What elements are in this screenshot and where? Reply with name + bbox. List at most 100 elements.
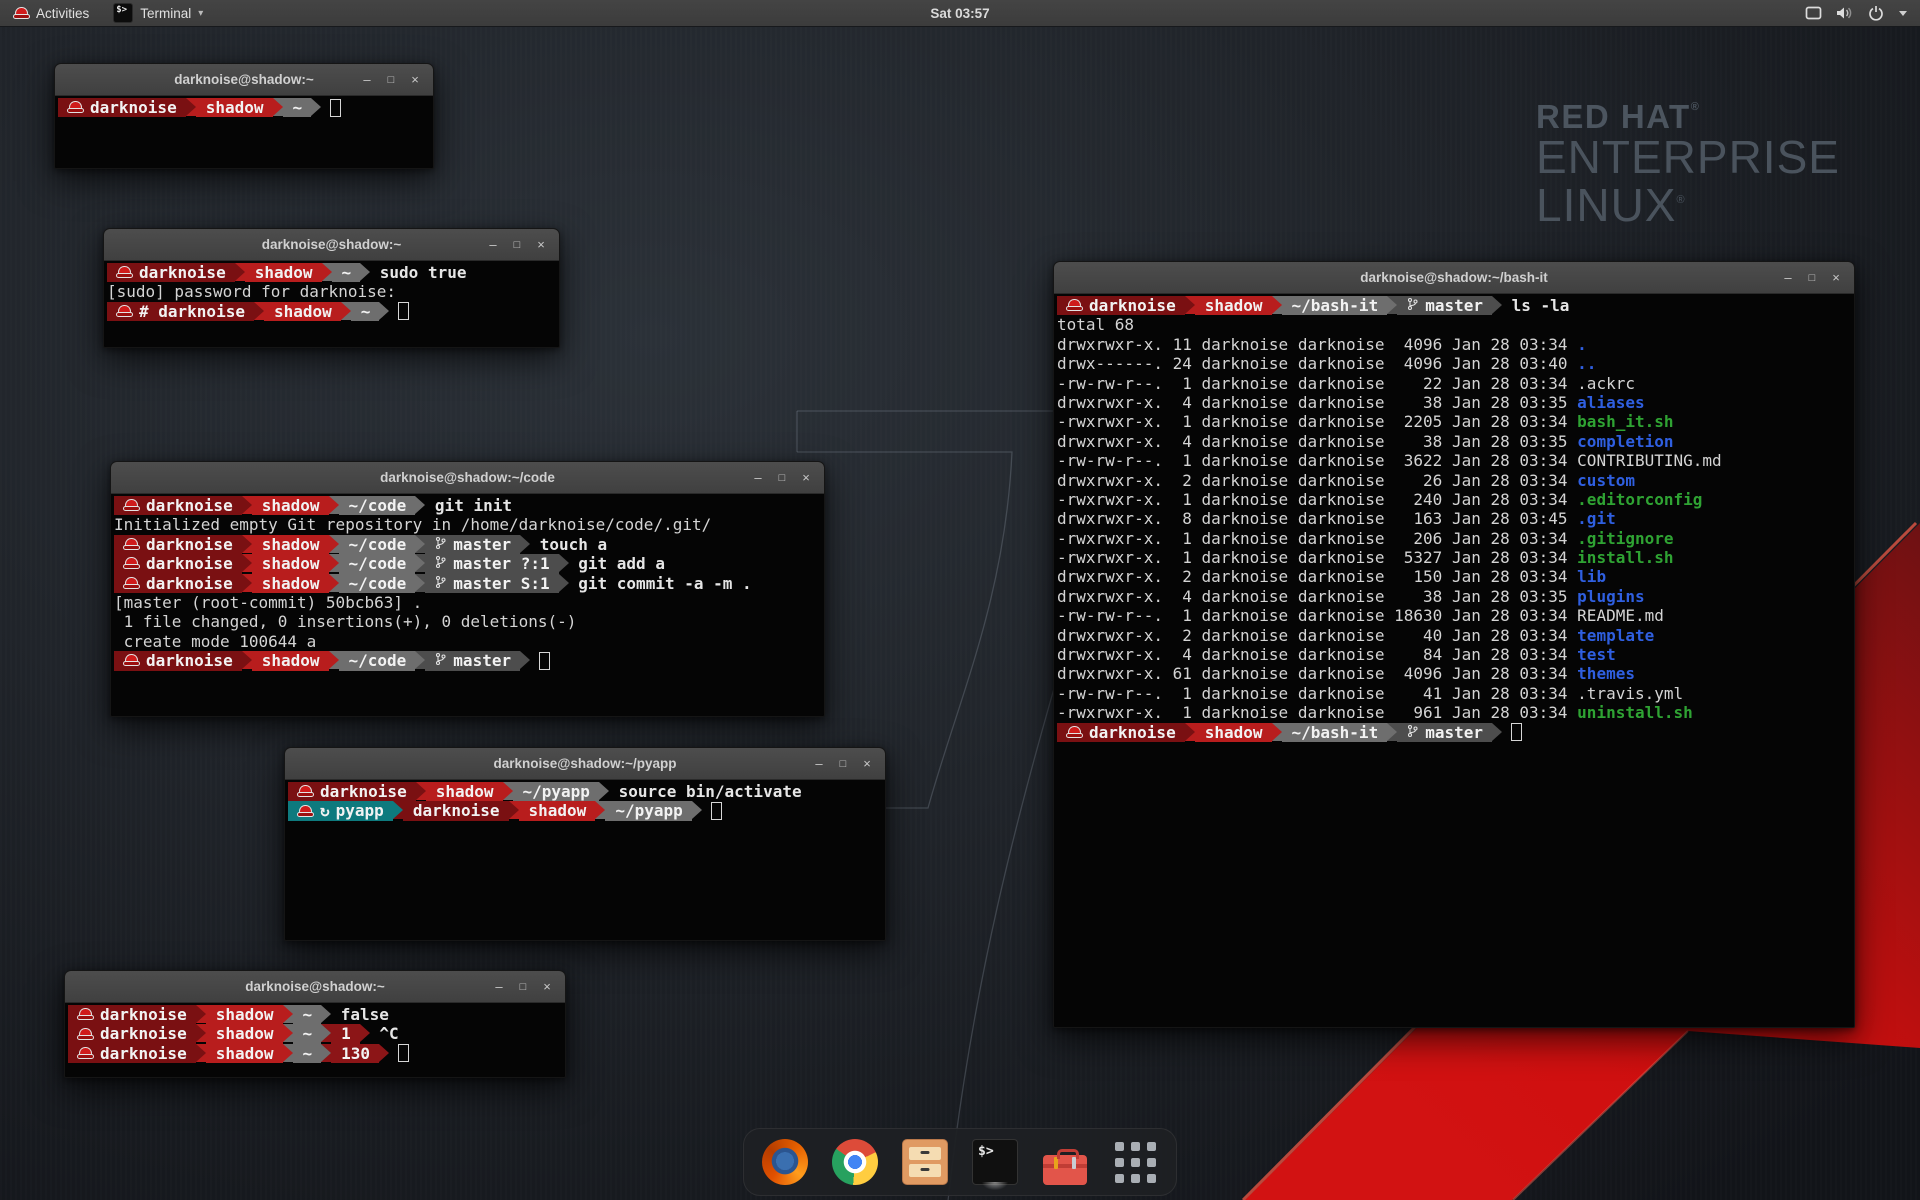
close-button[interactable]: ×: [531, 235, 551, 255]
maximize-button[interactable]: □: [381, 70, 401, 90]
prompt-segment: shadow: [245, 263, 322, 282]
ls-row-meta: -rw-rw-r--. 1 darknoise darknoise 41 Jan…: [1057, 684, 1577, 703]
status-area[interactable]: [1805, 5, 1920, 21]
terminal-body[interactable]: darknoiseshadow~/bash-itmaster ls -latot…: [1054, 294, 1854, 1027]
prompt-segment: master: [425, 535, 520, 554]
maximize-button[interactable]: □: [772, 468, 792, 488]
prompt-segment: master ?:1: [425, 554, 558, 573]
terminal-line: drwxrwxr-x. 8 darknoise darknoise 163 Ja…: [1057, 509, 1854, 528]
redhat-prompt-icon: [78, 1008, 93, 1021]
app-menu-terminal[interactable]: $> Terminal ▾: [103, 0, 213, 26]
maximize-button[interactable]: □: [833, 754, 853, 774]
terminal-line: -rwxrwxr-x. 1 darknoise darknoise 2205 J…: [1057, 412, 1854, 431]
window-titlebar[interactable]: darknoise@shadow:~/code–□×: [111, 462, 824, 494]
maximize-button[interactable]: □: [507, 235, 527, 255]
powerline-separator-icon: [186, 98, 196, 116]
powerline-separator-icon: [1492, 723, 1502, 741]
dock-show-apps-icon[interactable]: [1112, 1139, 1158, 1185]
running-indicator: [979, 1182, 1011, 1193]
window-title: darknoise@shadow:~/code: [111, 470, 824, 485]
minimize-button[interactable]: –: [1778, 268, 1798, 288]
powerline-separator-icon: [503, 782, 513, 800]
terminal-body[interactable]: darknoiseshadow~/code git initInitialize…: [111, 494, 824, 716]
dock-chrome-icon[interactable]: [832, 1139, 878, 1185]
dock: $>: [743, 1128, 1177, 1196]
clock[interactable]: Sat 03:57: [0, 6, 1920, 21]
prompt-segment: ~/code: [339, 651, 416, 670]
command-text: source bin/activate: [609, 782, 802, 801]
minimize-button[interactable]: –: [748, 468, 768, 488]
powerline-separator-icon: [283, 1044, 293, 1062]
close-button[interactable]: ×: [796, 468, 816, 488]
powerline-separator-icon: [242, 651, 252, 669]
toolbox-body: [1043, 1155, 1087, 1185]
terminal-line: drwxrwxr-x. 11 darknoise darknoise 4096 …: [1057, 335, 1854, 354]
ls-row-meta: drwxrwxr-x. 61 darknoise darknoise 4096 …: [1057, 664, 1577, 683]
close-button[interactable]: ×: [857, 754, 877, 774]
ls-row-meta: drwxrwxr-x. 2 darknoise darknoise 40 Jan…: [1057, 626, 1577, 645]
terminal-line: drwxrwxr-x. 4 darknoise darknoise 38 Jan…: [1057, 432, 1854, 451]
terminal-body[interactable]: darknoiseshadow~ falsedarknoiseshadow~1 …: [65, 1003, 565, 1077]
dock-firefox-icon[interactable]: [762, 1139, 808, 1185]
window-titlebar[interactable]: darknoise@shadow:~–□×: [55, 64, 433, 96]
window-titlebar[interactable]: darknoise@shadow:~–□×: [65, 971, 565, 1003]
ls-row-filename: completion: [1577, 432, 1673, 451]
terminal-line: 1 file changed, 0 insertions(+), 0 delet…: [114, 612, 824, 631]
chevron-down-icon: [1898, 9, 1908, 17]
terminal-body[interactable]: darknoiseshadow~: [55, 96, 433, 168]
close-button[interactable]: ×: [405, 70, 425, 90]
terminal-cursor: [398, 302, 409, 320]
window-titlebar[interactable]: darknoise@shadow:~/bash-it–□×: [1054, 262, 1854, 294]
drawer-bottom: [909, 1164, 941, 1177]
minimize-button[interactable]: –: [357, 70, 377, 90]
window-controls: –□×: [489, 977, 565, 997]
activities-button[interactable]: Activities: [0, 0, 103, 26]
powerline-separator-icon: [360, 263, 370, 281]
redhat-prompt-icon: [298, 785, 313, 798]
powerline-separator-icon: [1387, 723, 1397, 741]
prompt-segment: darknoise: [68, 1005, 196, 1024]
window-titlebar[interactable]: darknoise@shadow:~/pyapp–□×: [285, 748, 885, 780]
ls-row-filename: themes: [1577, 664, 1635, 683]
terminal-line: darknoiseshadow~/code git init: [114, 496, 824, 515]
dock-terminal-icon[interactable]: $>: [972, 1139, 1018, 1185]
ls-row-filename: .travis.yml: [1577, 684, 1683, 703]
command-text: git init: [425, 496, 512, 515]
prompt-segment: ~: [293, 1024, 322, 1043]
screen-icon: [1805, 5, 1822, 21]
dock-files-icon[interactable]: [902, 1139, 948, 1185]
minimize-button[interactable]: –: [483, 235, 503, 255]
terminal-line: total 68: [1057, 315, 1854, 334]
close-button[interactable]: ×: [1826, 268, 1846, 288]
prompt-segment: master: [1397, 296, 1492, 315]
prompt-segment: shadow: [1195, 296, 1272, 315]
git-branch-icon: [435, 574, 446, 593]
dock-toolbox-icon[interactable]: [1042, 1139, 1088, 1185]
prompt-segment: shadow: [196, 98, 273, 117]
prompt-segment: ~/pyapp: [605, 801, 691, 820]
maximize-button[interactable]: □: [513, 977, 533, 997]
ls-row-filename: lib: [1577, 567, 1606, 586]
powerline-separator-icon: [415, 535, 425, 553]
terminal-line: darknoiseshadow~/bash-itmaster: [1057, 723, 1854, 742]
powerline-separator-icon: [360, 1024, 370, 1042]
powerline-separator-icon: [321, 1044, 331, 1062]
powerline-separator-icon: [1492, 296, 1502, 314]
prompt-segment: darknoise: [1057, 296, 1185, 315]
powerline-separator-icon: [415, 574, 425, 592]
minimize-button[interactable]: –: [489, 977, 509, 997]
prompt-segment: darknoise: [288, 782, 416, 801]
terminal-line: drwxrwxr-x. 4 darknoise darknoise 84 Jan…: [1057, 645, 1854, 664]
terminal-body[interactable]: darknoiseshadow~/pyapp source bin/activa…: [285, 780, 885, 940]
terminal-line: -rwxrwxr-x. 1 darknoise darknoise 240 Ja…: [1057, 490, 1854, 509]
maximize-button[interactable]: □: [1802, 268, 1822, 288]
redhat-prompt-icon: [117, 305, 132, 318]
close-button[interactable]: ×: [537, 977, 557, 997]
window-titlebar[interactable]: darknoise@shadow:~–□×: [104, 229, 559, 261]
registered-mark: ®: [1691, 101, 1701, 113]
minimize-button[interactable]: –: [809, 754, 829, 774]
terminal-body[interactable]: darknoiseshadow~ sudo true[sudo] passwor…: [104, 261, 559, 347]
powerline-separator-icon: [1272, 723, 1282, 741]
powerline-separator-icon: [196, 1005, 206, 1023]
ls-row-meta: -rwxrwxr-x. 1 darknoise darknoise 240 Ja…: [1057, 490, 1577, 509]
